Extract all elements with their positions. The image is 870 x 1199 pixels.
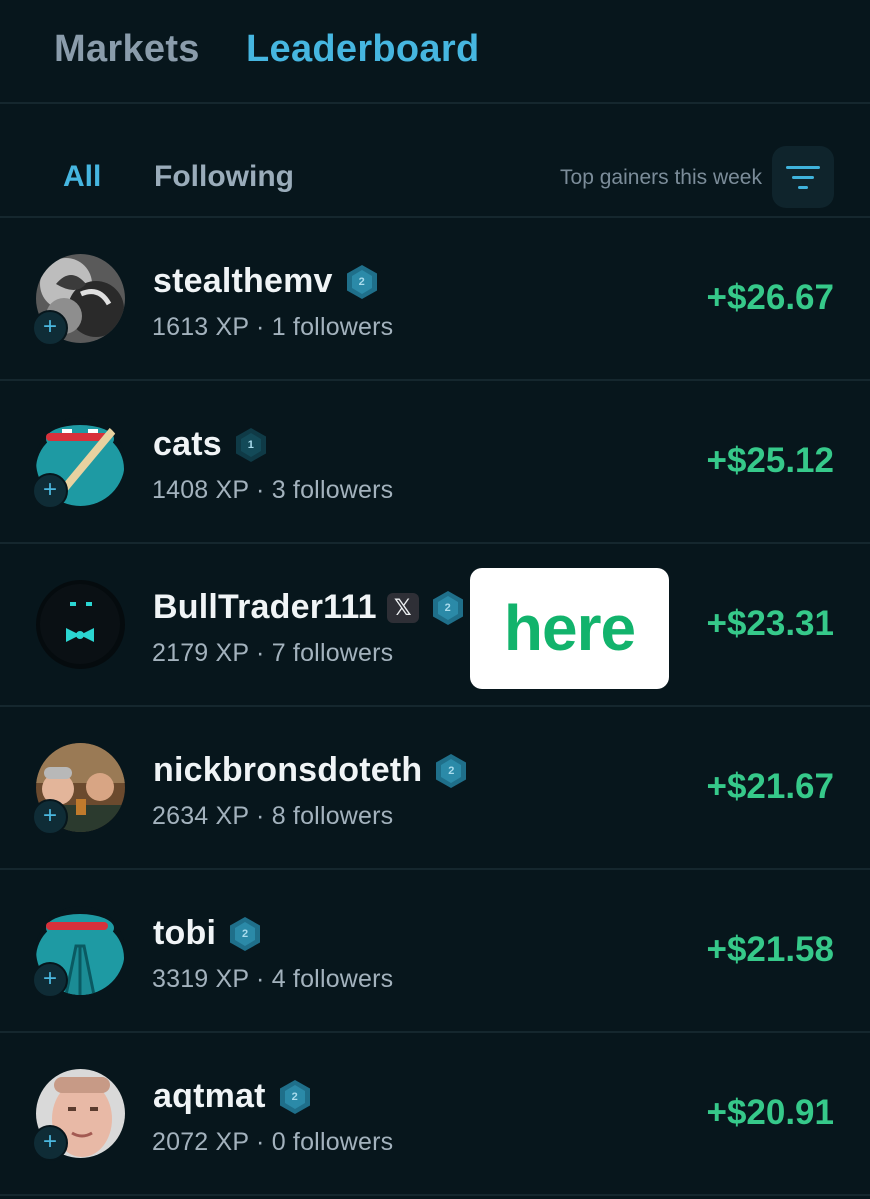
username: stealthemv bbox=[153, 262, 333, 300]
tab-leaderboard[interactable]: Leaderboard bbox=[246, 28, 479, 71]
user-stats: 1408 XP · 3 followers bbox=[152, 476, 394, 504]
level-badge-icon: 2 bbox=[228, 916, 262, 952]
filter-button[interactable] bbox=[772, 146, 834, 208]
weekly-gain: +$26.67 bbox=[706, 278, 835, 317]
tab-following[interactable]: Following bbox=[154, 160, 294, 194]
leaderboard-row[interactable]: + tobi 2 3319 XP · 4 followers +$21.58 bbox=[0, 870, 870, 1033]
tab-all[interactable]: All bbox=[63, 160, 101, 194]
leaderboard-row[interactable]: + stealthemv 2 1613 XP · 1 followers +$2… bbox=[0, 218, 870, 381]
username: nickbronsdoteth bbox=[153, 751, 423, 789]
weekly-gain: +$20.91 bbox=[706, 1093, 835, 1132]
weekly-gain: +$23.31 bbox=[706, 604, 835, 643]
weekly-gain: +$21.67 bbox=[706, 767, 835, 806]
top-tab-bar: Markets Leaderboard bbox=[0, 0, 870, 104]
username: tobi bbox=[153, 914, 217, 952]
follow-plus-icon[interactable]: + bbox=[32, 473, 68, 509]
leaderboard-row[interactable]: + aqtmat 2 2072 XP · 0 followers +$20.91 bbox=[0, 1033, 870, 1196]
leaderboard-row[interactable]: BullTrader111 𝕏 2 2179 XP · 7 followers … bbox=[0, 544, 870, 707]
level-badge-icon: 2 bbox=[278, 1079, 312, 1115]
follow-plus-icon[interactable]: + bbox=[32, 1125, 68, 1161]
leaderboard-row[interactable]: + cats 1 1408 XP · 3 followers +$25.12 bbox=[0, 381, 870, 544]
follow-plus-icon[interactable]: + bbox=[32, 799, 68, 835]
user-stats: 3319 XP · 4 followers bbox=[152, 965, 394, 993]
tab-markets[interactable]: Markets bbox=[54, 28, 200, 71]
username: cats bbox=[153, 425, 222, 463]
user-stats: 2072 XP · 0 followers bbox=[152, 1128, 394, 1156]
filter-bar: All Following Top gainers this week bbox=[0, 104, 870, 218]
user-stats: 2179 XP · 7 followers bbox=[152, 639, 394, 667]
level-badge-icon: 1 bbox=[234, 427, 268, 463]
user-stats: 2634 XP · 8 followers bbox=[152, 802, 394, 830]
follow-plus-icon[interactable]: + bbox=[32, 962, 68, 998]
level-badge-icon: 2 bbox=[345, 264, 379, 300]
user-stats: 1613 XP · 1 followers bbox=[152, 313, 394, 341]
username: aqtmat bbox=[153, 1077, 266, 1115]
weekly-gain: +$21.58 bbox=[706, 930, 835, 969]
level-badge-icon: 2 bbox=[431, 590, 465, 626]
username: BullTrader111 bbox=[153, 588, 377, 626]
leaderboard-row[interactable]: + nickbronsdoteth 2 2634 XP · 8 follower… bbox=[0, 707, 870, 870]
leaderboard-screen: Markets Leaderboard All Following Top ga… bbox=[0, 0, 870, 1199]
here-callout: here bbox=[470, 568, 669, 689]
follow-plus-icon[interactable]: + bbox=[32, 310, 68, 346]
level-badge-icon: 2 bbox=[434, 753, 468, 789]
avatar[interactable] bbox=[36, 580, 125, 669]
x-icon: 𝕏 bbox=[386, 592, 419, 623]
sort-label: Top gainers this week bbox=[560, 166, 762, 189]
weekly-gain: +$25.12 bbox=[706, 441, 835, 480]
